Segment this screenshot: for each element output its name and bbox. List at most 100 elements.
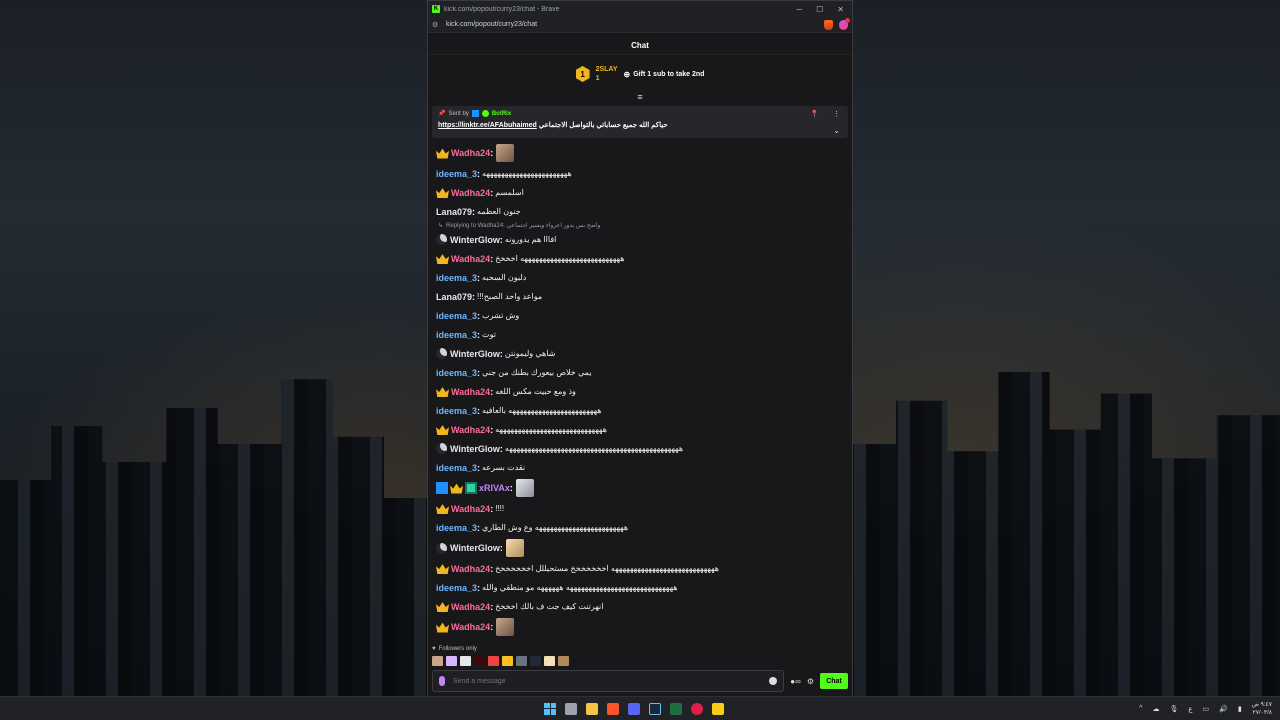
chat-text: هههههههههههههههههههههههههههه اخخخخ (495, 254, 625, 263)
separator: : (490, 253, 494, 264)
emote[interactable] (446, 656, 457, 666)
chat-username[interactable]: ideema_3 (436, 330, 477, 340)
emote[interactable] (516, 656, 527, 666)
reply-text: Replying to Wadha24: واضح بس بدور اعرواء… (446, 223, 601, 229)
chat-username[interactable]: Wadha24 (451, 425, 490, 435)
message-input[interactable] (453, 677, 762, 685)
url-field[interactable]: kick.com/popout/curry23/chat (446, 21, 824, 28)
chat-text: هههههههههههههههههههههههه (482, 169, 572, 178)
chevron-down-icon[interactable]: ⌄ (833, 126, 840, 135)
app-icon[interactable] (712, 702, 724, 715)
settings-icon[interactable]: ⚙ (807, 677, 814, 686)
kick-favicon-icon: K (432, 5, 440, 13)
emote[interactable] (502, 656, 513, 666)
emote-image[interactable] (496, 144, 515, 162)
crown-badge-icon (436, 425, 449, 435)
points-icon[interactable]: ●∞ (790, 677, 801, 686)
chat-username[interactable]: ideema_3 (436, 523, 477, 533)
chat-username[interactable]: WinterGlow (450, 235, 500, 245)
chat-username[interactable]: WinterGlow (450, 444, 500, 454)
separator: : (477, 405, 481, 416)
gift-sub-button[interactable]: ⊕ Gift 1 sub to take 2nd (624, 70, 705, 79)
discord-icon[interactable] (628, 702, 640, 715)
chat-username[interactable]: Wadha24 (451, 148, 490, 158)
window-controls: ─ ☐ ✕ (796, 5, 848, 14)
language-indicator[interactable]: ع (1188, 705, 1192, 713)
chat-username[interactable]: ideema_3 (436, 463, 477, 473)
pinned-link[interactable]: https://linktr.ee/AFAbuhaimed (438, 122, 537, 129)
chat-username[interactable]: Wadha24 (451, 387, 490, 397)
emote[interactable] (558, 656, 569, 666)
chat-username[interactable]: WinterGlow (450, 543, 500, 553)
task-view-icon[interactable] (565, 702, 577, 715)
start-icon[interactable] (544, 702, 556, 715)
chat-text: دلبون السحبه (482, 273, 527, 282)
chat-message: WinterGlow: شاهي وليمونتن (436, 344, 844, 363)
chat-text: هههههههههههههههههههههههههههههههههههههههه… (504, 444, 684, 453)
moon-badge-icon (436, 542, 447, 554)
maximize-icon[interactable]: ☐ (816, 5, 823, 14)
chevron-up-icon[interactable]: ^ (1139, 705, 1142, 712)
app-icon[interactable] (691, 702, 703, 715)
network-icon[interactable]: ▭ (1203, 705, 1210, 713)
brave-shields-icon[interactable] (824, 19, 833, 30)
more-options-icon[interactable]: ⋮ (833, 110, 840, 118)
chat-message: Wadha24: انهرتنت كيف جت ف بالك اخخخخ (436, 597, 844, 616)
chat-username[interactable]: Wadha24 (451, 254, 490, 264)
steam-icon[interactable] (649, 702, 661, 715)
chat-username[interactable]: Lana079 (436, 292, 472, 302)
chat-username[interactable]: Wadha24 (451, 622, 490, 632)
emote[interactable] (460, 656, 471, 666)
crown-badge-icon (436, 188, 449, 198)
collapse-toggle-icon[interactable]: ≡ (428, 93, 852, 103)
file-explorer-icon[interactable] (586, 702, 598, 715)
reply-context[interactable]: ↳ Replying to Wadha24: واضح بس بدور اعروا… (436, 221, 844, 230)
brave-icon[interactable] (607, 702, 619, 715)
emote[interactable] (488, 656, 499, 666)
excel-icon[interactable] (670, 702, 682, 715)
chat-message: ideema_3: ههههههههههههههههههههههههه وع وش… (436, 518, 844, 537)
pinned-text: https://linktr.ee/AFAbuhaimed حياكم الله… (438, 121, 842, 129)
chat-username[interactable]: WinterGlow (450, 349, 500, 359)
emote-image[interactable] (505, 539, 524, 557)
chat-username[interactable]: Wadha24 (451, 504, 490, 514)
separator: : (477, 462, 481, 473)
chat-username[interactable]: ideema_3 (436, 169, 477, 179)
chat-message: WinterGlow: افااا هم يدورونه (436, 230, 844, 249)
emote-image[interactable] (496, 618, 515, 636)
chat-username[interactable]: ideema_3 (436, 406, 477, 416)
emote[interactable] (474, 656, 485, 666)
emote[interactable] (432, 656, 443, 666)
chat-username[interactable]: ideema_3 (436, 311, 477, 321)
microphone-tray-icon[interactable]: 🎙 (1169, 705, 1178, 713)
emoji-icon[interactable] (769, 677, 778, 685)
emote[interactable] (544, 656, 555, 666)
emote-image[interactable] (515, 479, 534, 497)
site-settings-icon[interactable]: ⚙ (432, 21, 440, 29)
chat-username[interactable]: Wadha24 (451, 188, 490, 198)
chat-header: Chat (428, 37, 852, 55)
clock[interactable]: ٩:٤٧ ص ٢٧/٠٣/٨ (1252, 701, 1272, 717)
microphone-icon[interactable] (439, 676, 445, 686)
cloud-icon[interactable]: ☁ (1152, 705, 1159, 713)
followers-only-bar: ♥ Followers only (428, 644, 852, 668)
chat-username[interactable]: Lana079 (436, 207, 472, 217)
unpin-icon[interactable]: 📍 (810, 110, 819, 118)
chat-username[interactable]: ideema_3 (436, 368, 477, 378)
send-chat-button[interactable]: Chat (820, 673, 848, 689)
minimize-icon[interactable]: ─ (796, 5, 802, 14)
top-gifter[interactable]: 2SLAY 1 (596, 65, 618, 83)
chat-username[interactable]: Wadha24 (451, 602, 490, 612)
close-icon[interactable]: ✕ (837, 5, 844, 14)
chat-message: ideema_3: وش تشرب (436, 306, 844, 325)
brave-rewards-icon[interactable] (839, 17, 850, 30)
chat-username[interactable]: ideema_3 (436, 273, 477, 283)
chat-username[interactable]: Wadha24 (451, 564, 490, 574)
chat-username[interactable]: xRIVAx (479, 483, 510, 493)
bot-name[interactable]: BotRix (492, 111, 511, 117)
battery-icon[interactable]: ▮ (1238, 705, 1242, 713)
volume-icon[interactable]: 🔊 (1219, 705, 1228, 713)
chat-username[interactable]: ideema_3 (436, 583, 477, 593)
emote[interactable] (530, 656, 541, 666)
followers-label: ♥ Followers only (432, 644, 848, 654)
